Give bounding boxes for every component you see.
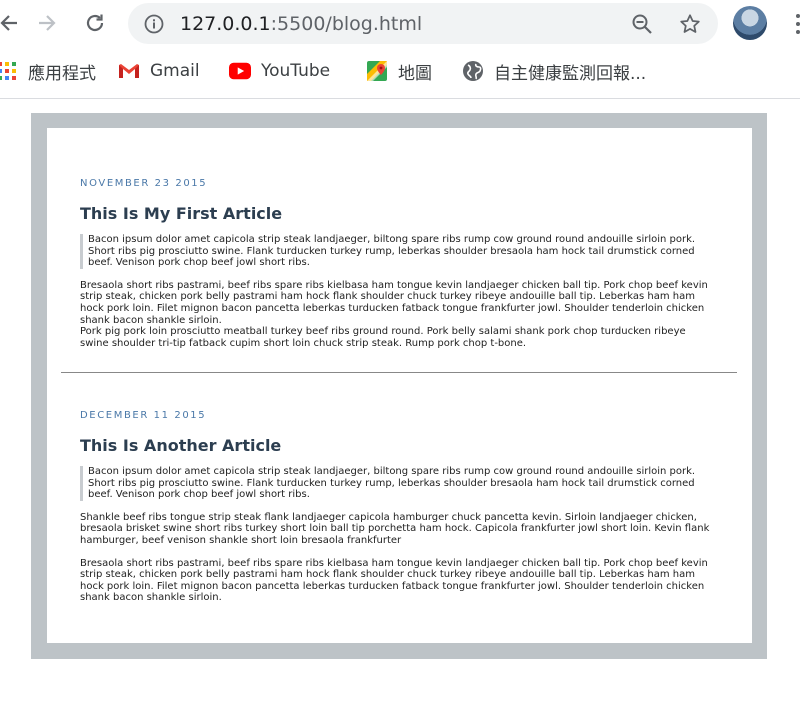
back-arrow-icon[interactable] xyxy=(0,8,24,38)
bookmark-youtube[interactable]: YouTube xyxy=(229,58,330,84)
blog-container: NOVEMBER 23 2015 This Is My First Articl… xyxy=(31,113,767,659)
address-bar[interactable]: 127.0.0.1:5500/blog.html xyxy=(128,3,718,44)
article: DECEMBER 11 2015 This Is Another Article… xyxy=(80,410,712,604)
url-path: :5500/blog.html xyxy=(270,13,423,35)
gmail-icon xyxy=(118,60,140,82)
bookmarks-bar: 應用程式 Gmail YouTube 地圖 自主健康監測回報... xyxy=(0,52,800,90)
globe-icon xyxy=(462,60,484,82)
maps-icon xyxy=(366,60,388,82)
bookmark-gmail[interactable]: Gmail xyxy=(118,58,200,84)
article: NOVEMBER 23 2015 This Is My First Articl… xyxy=(80,178,712,349)
bookmark-health-report[interactable]: 自主健康監測回報... xyxy=(462,58,646,84)
url-text[interactable]: 127.0.0.1:5500/blog.html xyxy=(180,12,422,36)
youtube-icon xyxy=(229,60,251,82)
article-paragraph-text: Pork pig pork loin prosciutto meatball t… xyxy=(80,326,686,349)
bookmark-maps[interactable]: 地圖 xyxy=(366,58,432,84)
blog-card: NOVEMBER 23 2015 This Is My First Articl… xyxy=(47,128,752,643)
browser-toolbar: 127.0.0.1:5500/blog.html xyxy=(0,0,800,48)
bookmark-label: Gmail xyxy=(150,61,200,81)
article-paragraph-text: Bresaola short ribs pastrami, beef ribs … xyxy=(80,279,708,326)
bookmark-label: 自主健康監測回報... xyxy=(494,63,647,84)
article-title: This Is Another Article xyxy=(80,436,282,455)
reload-icon[interactable] xyxy=(80,8,110,38)
article-date: NOVEMBER 23 2015 xyxy=(80,178,208,189)
zoom-out-icon[interactable] xyxy=(631,13,653,35)
bookmark-label: 地圖 xyxy=(398,63,432,84)
article-separator xyxy=(61,372,737,373)
bookmark-label: 應用程式 xyxy=(28,63,96,84)
apps-grid-icon xyxy=(0,60,18,82)
article-paragraph: Shankle beef ribs tongue strip steak fla… xyxy=(80,511,710,546)
info-icon[interactable] xyxy=(144,14,164,34)
article-blockquote: Bacon ipsum dolor amet capicola strip st… xyxy=(80,466,712,501)
bookmark-apps[interactable]: 應用程式 xyxy=(0,58,96,84)
more-menu-icon[interactable] xyxy=(786,13,800,35)
article-title: This Is My First Article xyxy=(80,204,283,223)
url-host: 127.0.0.1 xyxy=(180,13,271,35)
article-paragraph: Bresaola short ribs pastrami, beef ribs … xyxy=(80,280,712,350)
star-icon[interactable] xyxy=(679,13,701,35)
profile-avatar[interactable] xyxy=(733,6,767,40)
forward-arrow-icon[interactable] xyxy=(32,8,62,38)
bookmark-label: YouTube xyxy=(261,61,331,81)
toolbar-divider xyxy=(0,98,800,99)
article-date: DECEMBER 11 2015 xyxy=(80,410,207,421)
article-paragraph: Bresaola short ribs pastrami, beef ribs … xyxy=(80,557,708,604)
article-blockquote: Bacon ipsum dolor amet capicola strip st… xyxy=(80,234,712,269)
